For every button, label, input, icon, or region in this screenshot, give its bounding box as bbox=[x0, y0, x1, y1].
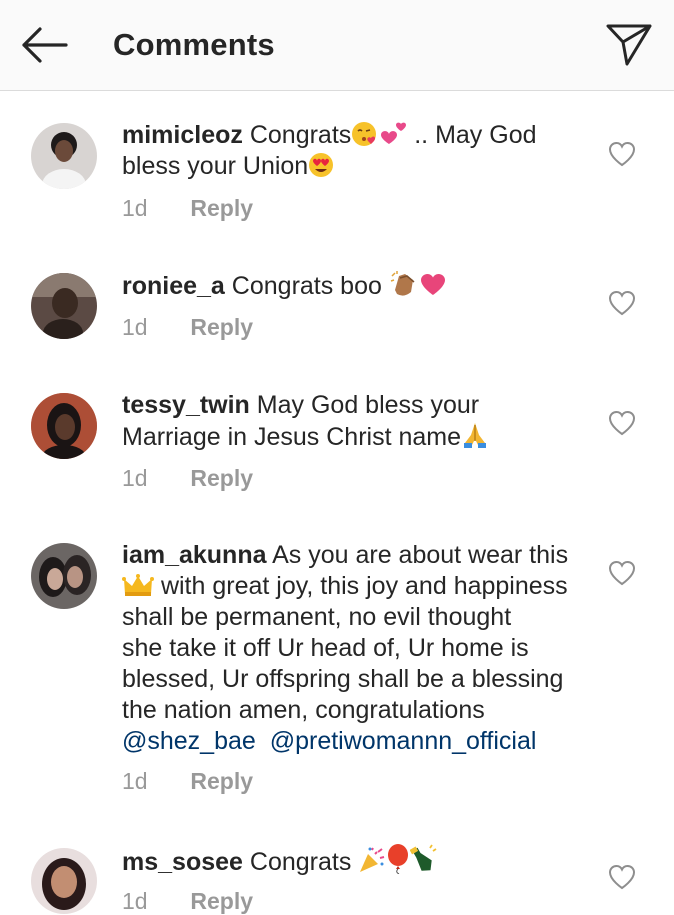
profile-photo bbox=[31, 273, 97, 339]
two-hearts-icon bbox=[381, 122, 407, 144]
comment-meta: 1d Reply bbox=[122, 314, 253, 341]
reply-button[interactable]: Reply bbox=[190, 768, 253, 794]
comment-text-part: Congrats boo bbox=[231, 272, 382, 300]
arrow-left-icon bbox=[22, 27, 68, 63]
avatar[interactable] bbox=[31, 393, 97, 459]
like-button[interactable] bbox=[608, 410, 636, 436]
champagne-icon bbox=[410, 844, 437, 871]
profile-photo bbox=[31, 393, 97, 459]
comment-text: mimicleoz Congrats .. May God bless your… bbox=[122, 120, 594, 182]
folded-hands-icon bbox=[464, 423, 487, 448]
like-button[interactable] bbox=[608, 141, 636, 167]
heart-outline-icon bbox=[608, 864, 636, 890]
mention-link[interactable]: @pretiwomannn_official bbox=[270, 727, 537, 755]
header-bar: Comments bbox=[0, 0, 674, 91]
reply-button[interactable]: Reply bbox=[190, 465, 253, 491]
comment-text-part: Congrats bbox=[249, 121, 352, 149]
comment-meta: 1d Reply bbox=[122, 195, 253, 222]
comment-meta: 1d Reply bbox=[122, 465, 253, 492]
share-button[interactable] bbox=[603, 20, 655, 68]
comment-text-part: May God bless your bbox=[256, 391, 480, 419]
heart-outline-icon bbox=[608, 560, 636, 586]
balloon-icon bbox=[388, 844, 409, 874]
clapping-hands-icon bbox=[390, 271, 415, 296]
comment-text-part: Congrats bbox=[249, 848, 352, 876]
page-title: Comments bbox=[113, 27, 275, 62]
comment-text: roniee_a Congrats boo bbox=[122, 270, 594, 302]
profile-photo bbox=[31, 123, 97, 189]
comment-username[interactable]: roniee_a bbox=[122, 272, 225, 300]
heart-outline-icon bbox=[608, 410, 636, 436]
comment-text-part: she take it off Ur head of, Ur home is bbox=[122, 634, 529, 662]
avatar[interactable] bbox=[31, 848, 97, 914]
like-button[interactable] bbox=[608, 290, 636, 316]
comment-text-part: the nation amen, congratulations bbox=[122, 696, 485, 724]
comment-meta: 1d Reply bbox=[122, 768, 253, 795]
pink-heart-icon bbox=[420, 274, 445, 295]
comment-time: 1d bbox=[122, 888, 148, 914]
comment-username[interactable]: mimicleoz bbox=[122, 121, 243, 149]
comment-time: 1d bbox=[122, 314, 148, 340]
profile-photo bbox=[31, 848, 97, 914]
mention-link[interactable]: @shez_bae bbox=[122, 727, 256, 755]
comment-text-part: As you are about wear this bbox=[272, 541, 569, 569]
avatar[interactable] bbox=[31, 543, 97, 609]
comment-username[interactable]: iam_akunna bbox=[122, 541, 267, 569]
avatar[interactable] bbox=[31, 123, 97, 189]
comment-text: ms_sosee Congrats bbox=[122, 844, 594, 878]
comment-time: 1d bbox=[122, 465, 148, 491]
comment-text-part: .. May God bbox=[414, 121, 537, 149]
heart-eyes-icon bbox=[309, 153, 334, 177]
comment-time: 1d bbox=[122, 768, 148, 794]
reply-button[interactable]: Reply bbox=[190, 195, 253, 221]
paper-plane-icon bbox=[606, 24, 652, 66]
like-button[interactable] bbox=[608, 864, 636, 890]
face-blowing-kiss-icon bbox=[352, 122, 377, 146]
comment-time: 1d bbox=[122, 195, 148, 221]
comment-text-part: blessed, Ur offspring shall be a blessin… bbox=[122, 665, 564, 693]
comment-username[interactable]: tessy_twin bbox=[122, 391, 250, 419]
heart-outline-icon bbox=[608, 141, 636, 167]
crown-icon bbox=[122, 574, 154, 596]
comment-text: iam_akunna As you are about wear this wi… bbox=[122, 540, 594, 757]
comment-meta: 1d Reply bbox=[122, 888, 253, 915]
comment-text-part: Marriage in Jesus Christ name bbox=[122, 423, 462, 451]
profile-photo bbox=[31, 543, 97, 609]
comment-username[interactable]: ms_sosee bbox=[122, 848, 243, 876]
like-button[interactable] bbox=[608, 560, 636, 586]
reply-button[interactable]: Reply bbox=[190, 888, 253, 914]
party-popper-icon bbox=[360, 847, 385, 872]
comment-text-part: bless your Union bbox=[122, 152, 309, 180]
back-button[interactable] bbox=[18, 24, 70, 66]
heart-outline-icon bbox=[608, 290, 636, 316]
avatar[interactable] bbox=[31, 273, 97, 339]
comment-text: tessy_twin May God bless your Marriage i… bbox=[122, 390, 594, 453]
comment-text-part: with great joy, this joy and happiness bbox=[160, 572, 568, 600]
comment-text-part: shall be permanent, no evil thought bbox=[122, 603, 512, 631]
reply-button[interactable]: Reply bbox=[190, 314, 253, 340]
